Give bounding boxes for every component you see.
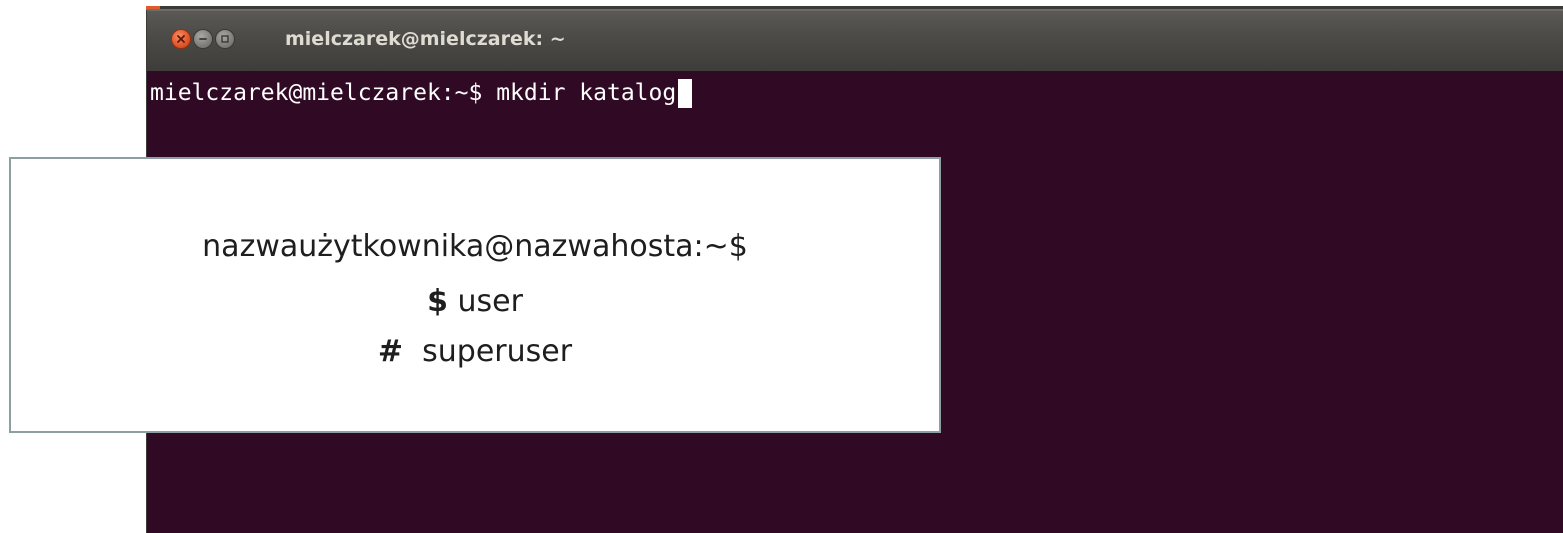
superuser-label: superuser	[422, 334, 573, 369]
user-label: user	[457, 284, 523, 319]
minimize-button[interactable]	[193, 29, 213, 49]
text-cursor	[678, 78, 693, 108]
superuser-symbol-line: # superuser	[11, 334, 939, 369]
maximize-button[interactable]	[215, 29, 235, 49]
terminal-line: mielczarek@mielczarek:~$ mkdir katalog	[150, 78, 693, 108]
user-symbol-line: $ user	[11, 284, 939, 319]
window-title: mielczarek@mielczarek: ~	[285, 28, 566, 50]
terminal-command: mkdir katalog	[496, 80, 677, 106]
user-symbol: $	[427, 284, 448, 319]
minimize-icon	[199, 38, 207, 40]
close-button[interactable]	[171, 29, 191, 49]
close-icon	[177, 35, 185, 43]
prompt-format-line: nazwaużytkownika@nazwahosta:~$	[202, 229, 748, 264]
superuser-symbol: #	[377, 334, 404, 369]
maximize-icon	[221, 35, 229, 43]
annotation-box: nazwaużytkownika@nazwahosta:~$ $ user # …	[9, 157, 941, 433]
terminal-prompt: mielczarek@mielczarek:~$	[150, 80, 483, 106]
